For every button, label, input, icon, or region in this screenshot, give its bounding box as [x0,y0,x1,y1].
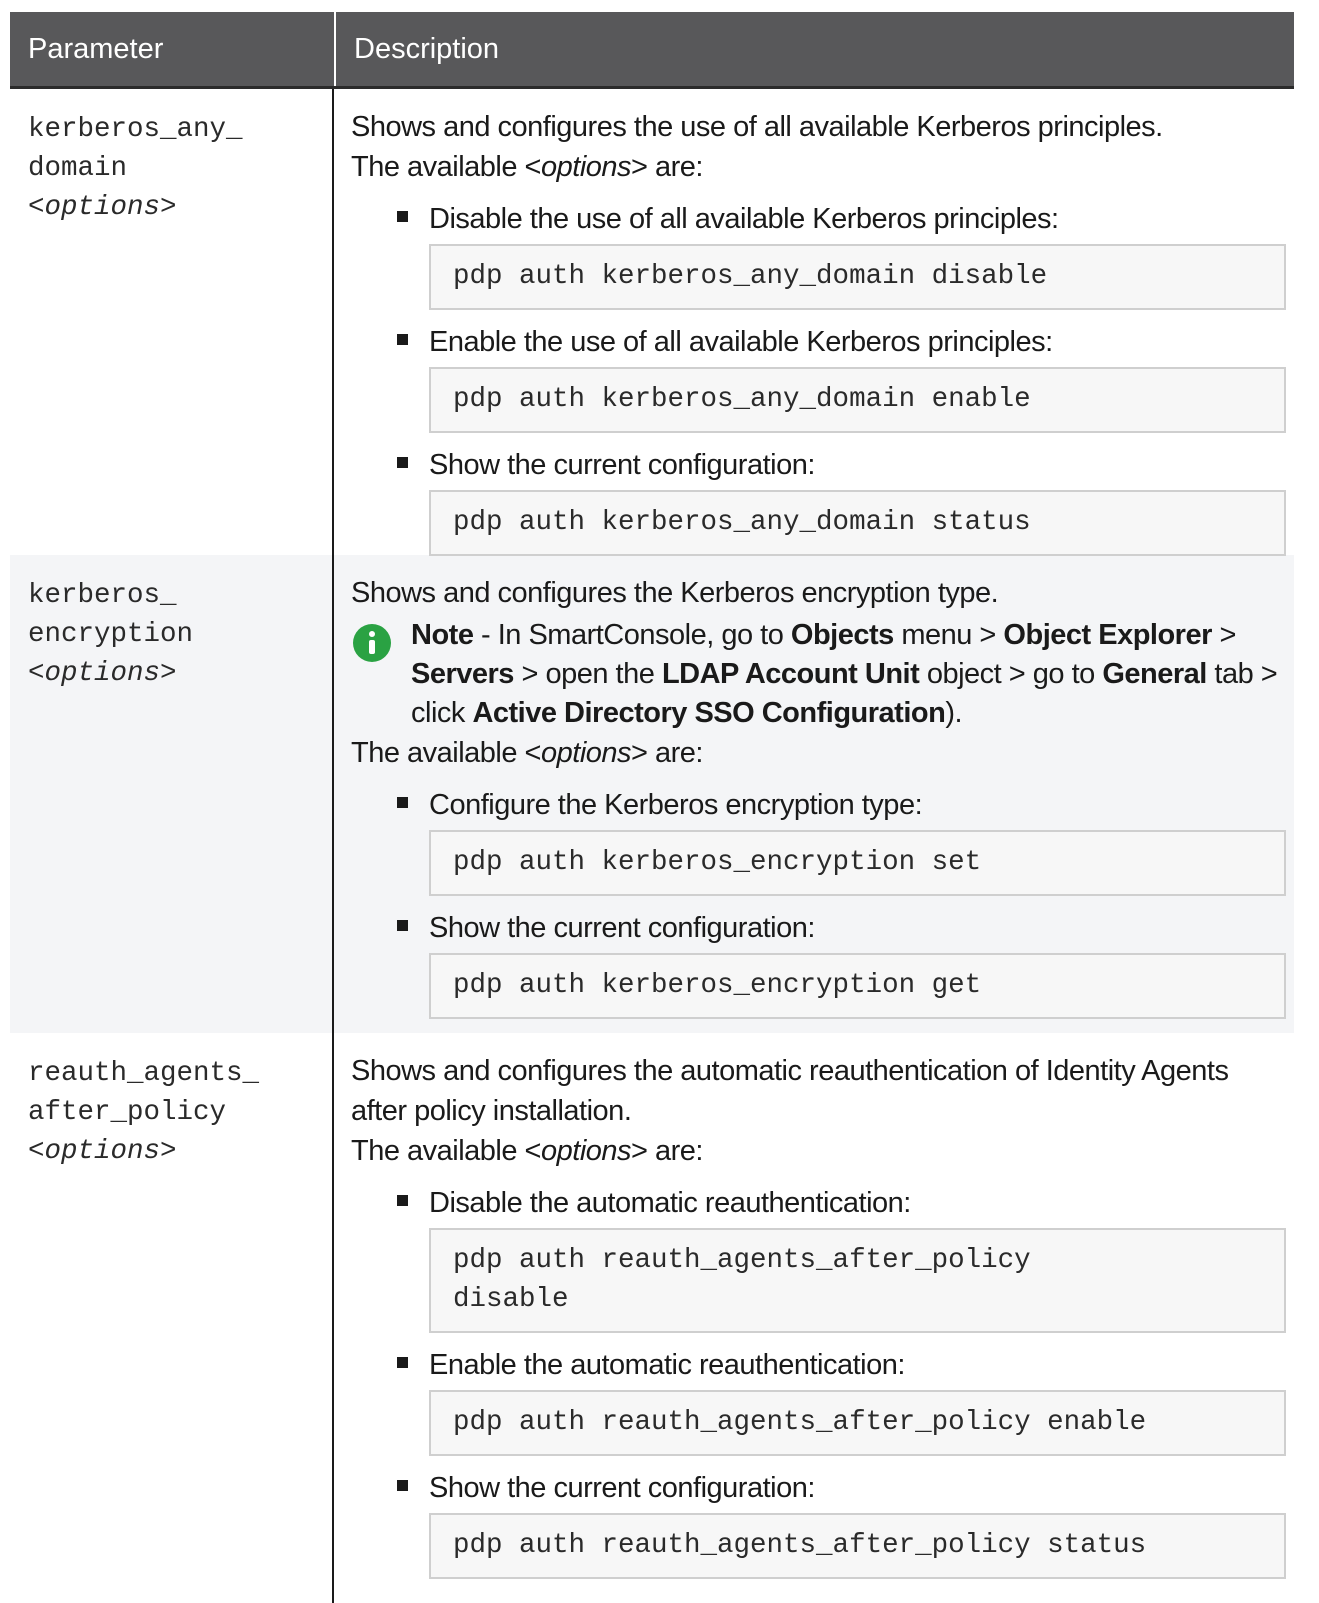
opt-bracket: > [160,658,177,689]
header-description: Description [354,33,500,65]
option-label: Disable the automatic reauthentication: [351,1183,1294,1223]
avail-opt: options [541,151,632,183]
table-header: Parameter Description [10,12,1294,89]
param-options: <options> [28,188,332,227]
option-label: Enable the automatic reauthentication: [351,1345,1294,1385]
option-list: Disable the automatic reauthentication: … [351,1183,1294,1579]
note-part: object > go to [919,658,1103,690]
opt-bracket: < [28,658,45,689]
avail-suffix: > are: [631,1135,703,1167]
code-block[interactable]: pdp auth reauth_agents_after_policy enab… [429,1390,1286,1456]
list-item: Configure the Kerberos encryption type: … [351,785,1294,896]
opt-bracket: > [160,192,177,223]
description-intro: Shows and configures the automatic reaut… [351,1055,1229,1127]
list-item: Enable the automatic reauthentication: p… [351,1345,1294,1456]
option-list: Configure the Kerberos encryption type: … [351,785,1294,1019]
param-line: encryption [28,619,194,650]
info-icon [353,624,391,662]
note-box: Note - In SmartConsole, go to Objects me… [351,616,1294,733]
note-part: > open the [513,658,662,690]
list-item: Show the current configuration: pdp auth… [351,908,1294,1019]
description-cell: Shows and configures the automatic reaut… [334,1033,1294,1603]
list-item: Enable the use of all available Kerberos… [351,322,1294,433]
info-icon-wrap [351,616,395,733]
available-options: The available <options> are: [351,147,1294,187]
note-part: LDAP Account Unit [661,658,920,690]
parameter-cell: kerberos_any_ domain <options> [10,89,334,555]
option-label: Show the current configuration: [351,908,1294,948]
param-line: reauth_agents_ [28,1058,260,1089]
param-line: after_policy [28,1097,227,1128]
avail-suffix: > are: [631,737,703,769]
option-label: Disable the use of all available Kerbero… [351,199,1294,239]
note-label: Note [411,619,474,651]
opt-name: options [44,192,161,223]
option-label: Configure the Kerberos encryption type: [351,785,1294,825]
note-text: Note - In SmartConsole, go to Objects me… [395,616,1294,733]
note-part: Objects [790,619,894,651]
code-block[interactable]: pdp auth kerberos_any_domain status [429,490,1286,556]
avail-prefix: The available < [351,737,542,769]
opt-bracket: < [28,1136,45,1167]
avail-opt: options [541,1135,632,1167]
note-part: ). [945,697,963,729]
available-options: The available <options> are: [351,733,1294,773]
note-part: menu > [893,619,1004,651]
avail-prefix: The available < [351,151,542,183]
code-block[interactable]: pdp auth kerberos_any_domain disable [429,244,1286,310]
note-part: - In SmartConsole, go to [473,619,791,651]
parameter-table: Parameter Description kerberos_any_ doma… [10,12,1294,1603]
note-part: Object Explorer [1003,619,1212,651]
note-part: General [1102,658,1207,690]
option-label: Show the current configuration: [351,445,1294,485]
note-part: > [1211,619,1236,651]
code-block[interactable]: pdp auth kerberos_encryption set [429,830,1286,896]
list-item: Show the current configuration: pdp auth… [351,1468,1294,1579]
avail-prefix: The available < [351,1135,542,1167]
code-block[interactable]: pdp auth reauth_agents_after_policy stat… [429,1513,1286,1579]
param-line: kerberos_any_ [28,114,243,145]
avail-suffix: > are: [631,151,703,183]
param-options: <options> [28,1132,332,1171]
opt-bracket: > [160,1136,177,1167]
code-block[interactable]: pdp auth kerberos_any_domain enable [429,367,1286,433]
option-label: Show the current configuration: [351,1468,1294,1508]
option-label: Enable the use of all available Kerberos… [351,322,1294,362]
param-line: kerberos_ [28,580,177,611]
table-row: kerberos_ encryption <options> Shows and… [10,555,1294,1033]
parameter-cell: reauth_agents_ after_policy <options> [10,1033,334,1603]
table-row: reauth_agents_ after_policy <options> Sh… [10,1033,1294,1603]
table-row: kerberos_any_ domain <options> Shows and… [10,89,1294,556]
option-list: Disable the use of all available Kerbero… [351,199,1294,556]
avail-opt: options [541,737,632,769]
description-cell: Shows and configures the use of all avai… [334,89,1294,556]
list-item: Show the current configuration: pdp auth… [351,445,1294,556]
list-item: Disable the automatic reauthentication: … [351,1183,1294,1333]
opt-name: options [44,1136,161,1167]
param-line: domain [28,153,128,184]
note-part: Active Directory SSO Configuration [472,697,946,729]
description-intro: Shows and configures the use of all avai… [351,111,1163,143]
code-block[interactable]: pdp auth reauth_agents_after_policy disa… [429,1228,1286,1333]
note-part: Servers [411,658,514,690]
list-item: Disable the use of all available Kerbero… [351,199,1294,310]
param-options: <options> [28,654,332,693]
available-options: The available <options> are: [351,1131,1294,1171]
opt-bracket: < [28,192,45,223]
description-cell: Shows and configures the Kerberos encryp… [334,555,1294,1033]
parameter-cell: kerberos_ encryption <options> [10,555,334,1033]
opt-name: options [44,658,161,689]
description-intro: Shows and configures the Kerberos encryp… [351,577,999,609]
code-block[interactable]: pdp auth kerberos_encryption get [429,953,1286,1019]
header-parameter: Parameter [28,33,164,65]
